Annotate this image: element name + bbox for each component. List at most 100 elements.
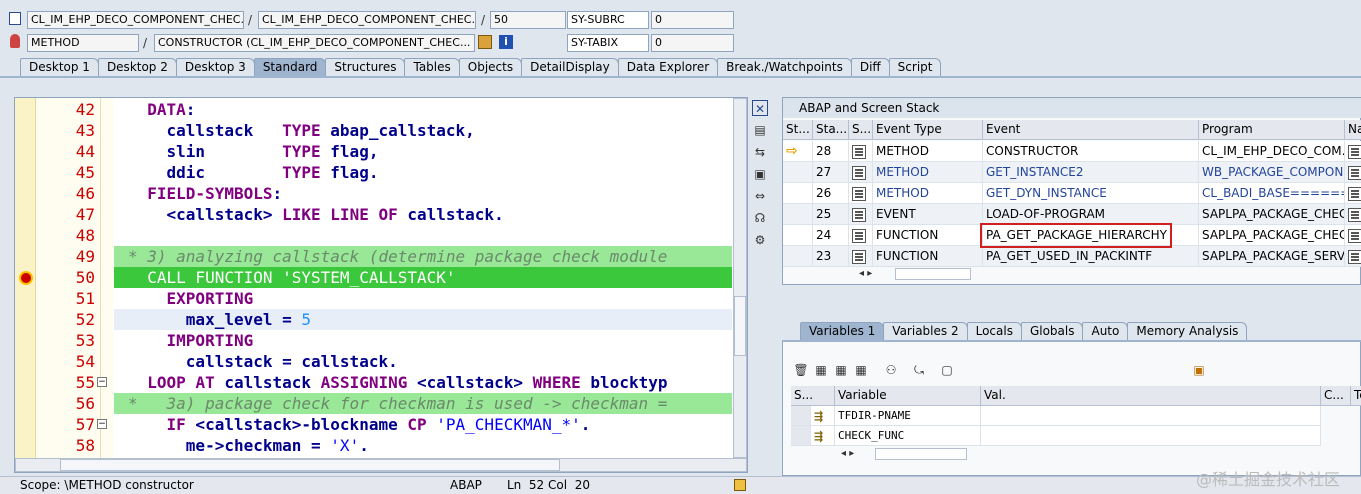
code-line[interactable]: 44 slin TYPE flag, — [15, 141, 745, 162]
source-editor[interactable]: 42 DATA: 43 callstack TYPE abap_callstack… — [14, 97, 748, 473]
tab-desktop-2[interactable]: Desktop 2 — [97, 58, 177, 76]
code-line[interactable]: 49 * 3) analyzing callstack (determine pa… — [15, 246, 745, 267]
maximize-icon[interactable]: ▣ — [752, 166, 768, 182]
source-code-icon[interactable] — [1348, 186, 1361, 201]
var-col-header[interactable]: Val. — [981, 386, 1321, 406]
var-value-field-1[interactable]: 0 — [651, 11, 734, 29]
source-code-icon[interactable] — [852, 165, 866, 180]
source-code-icon[interactable] — [852, 207, 866, 222]
breakpoint-marker-icon[interactable] — [19, 271, 33, 285]
tab-structures[interactable]: Structures — [325, 58, 406, 76]
var-name-field-1[interactable]: SY-SUBRC — [567, 11, 649, 29]
block-name-field[interactable]: CONSTRUCTOR (CL_IM_EHP_DECO_COMPONENT_CH… — [154, 34, 475, 52]
event-name[interactable]: LOAD-OF-PROGRAM — [983, 204, 1199, 225]
var-col-header[interactable]: C... — [1321, 386, 1351, 406]
code-line[interactable]: 48 — [15, 225, 745, 246]
stack-col-header[interactable]: St... — [783, 120, 813, 140]
tab-data-explorer[interactable]: Data Explorer — [617, 58, 719, 76]
row-selector[interactable] — [791, 426, 811, 446]
stack-col-header[interactable]: Event — [983, 120, 1199, 140]
info-icon[interactable]: i — [499, 35, 513, 49]
block-type-field[interactable]: METHOD — [27, 34, 139, 52]
delete-icon[interactable]: 🗑 — [793, 362, 809, 378]
var-tab-locals[interactable]: Locals — [966, 322, 1022, 340]
include-field[interactable]: CL_IM_EHP_DECO_COMPONENT_CHEC... — [258, 11, 476, 29]
code-line[interactable]: 58 me->checkman = 'X'. — [15, 435, 745, 456]
source-code-icon[interactable] — [852, 144, 866, 159]
stack-col-header[interactable]: Program — [1199, 120, 1345, 140]
swap-tool-icon[interactable]: ⇆ — [752, 144, 768, 160]
settings-icon[interactable]: ⚙ — [752, 232, 768, 248]
stack-scroll-thumb[interactable] — [895, 268, 971, 280]
event-name[interactable]: PA_GET_USED_IN_PACKINTF — [983, 246, 1199, 267]
stack-col-header[interactable]: Sta... — [813, 120, 849, 140]
vertical-scrollbar[interactable] — [733, 98, 747, 458]
variable-value[interactable] — [981, 406, 1321, 426]
folder-icon[interactable]: ▢ — [939, 362, 955, 378]
code-line[interactable]: 53 IMPORTING — [15, 330, 745, 351]
program-name[interactable]: SAPLPA_PACKAGE_CHEC... — [1199, 225, 1345, 246]
save-icon[interactable]: ▣ — [1191, 362, 1207, 378]
program-name[interactable]: CL_BADI_BASE=======... — [1199, 183, 1345, 204]
fold-toggle-icon[interactable]: − — [97, 377, 107, 387]
tab-objects[interactable]: Objects — [458, 58, 523, 76]
program-name[interactable]: SAPLPA_PACKAGE_CHEC... — [1199, 204, 1345, 225]
group-icon[interactable]: ⚇ — [883, 362, 899, 378]
code-line[interactable]: 52 max_level = 5 — [15, 309, 745, 330]
program-name[interactable]: WB_PACKAGE_COMPON... — [1199, 162, 1345, 183]
code-line[interactable]: 45 ddic TYPE flag. — [15, 162, 745, 183]
code-line[interactable]: 54 callstack = callstack. — [15, 351, 745, 372]
var-value-field-2[interactable]: 0 — [651, 34, 734, 52]
var-col-header[interactable]: Variable — [835, 386, 981, 406]
tab-desktop-1[interactable]: Desktop 1 — [20, 58, 99, 76]
var-tab-memory-analysis[interactable]: Memory Analysis — [1127, 322, 1248, 340]
code-line[interactable]: 42 DATA: — [15, 99, 745, 120]
var-name-field-2[interactable]: SY-TABIX — [567, 34, 649, 52]
h-scroll-thumb[interactable] — [60, 459, 560, 471]
program-name[interactable]: SAPLPA_PACKAGE_SERV... — [1199, 246, 1345, 267]
variable-value[interactable] — [981, 426, 1321, 446]
save-source-icon[interactable] — [478, 35, 492, 49]
code-line[interactable]: 43 callstack TYPE abap_callstack, — [15, 120, 745, 141]
paste-row-icon[interactable]: ▦ — [853, 362, 869, 378]
variable-name[interactable]: TFDIR-PNAME — [835, 406, 981, 426]
var-tab-variables-1[interactable]: Variables 1 — [800, 322, 885, 340]
close-icon[interactable]: ✕ — [752, 100, 768, 116]
stack-col-header[interactable]: Event Type — [873, 120, 983, 140]
var-scroll-thumb[interactable] — [875, 448, 967, 460]
status-icon[interactable] — [734, 479, 746, 491]
tab-break-watchpoints[interactable]: Break./Watchpoints — [717, 58, 852, 76]
source-code-icon[interactable] — [1348, 165, 1361, 180]
event-name[interactable]: GET_INSTANCE2 — [983, 162, 1199, 183]
var-h-scrollbar[interactable]: ◂ ▸ — [841, 446, 861, 462]
stack-col-header[interactable]: S... — [849, 120, 873, 140]
code-line[interactable]: 50 CALL FUNCTION 'SYSTEM_CALLSTACK' — [15, 267, 745, 288]
tab-tables[interactable]: Tables — [404, 58, 460, 76]
insert-row-icon[interactable]: ▦ — [813, 362, 829, 378]
tab-script[interactable]: Script — [888, 58, 942, 76]
source-code-icon[interactable] — [1348, 207, 1361, 222]
var-tab-variables-2[interactable]: Variables 2 — [883, 322, 968, 340]
program-name[interactable]: CL_IM_EHP_DECO_COM... — [1199, 141, 1345, 162]
tab-diff[interactable]: Diff — [850, 58, 890, 76]
source-code-icon[interactable] — [852, 228, 866, 243]
tab-detaildisplay[interactable]: DetailDisplay — [521, 58, 619, 76]
source-code-icon[interactable] — [852, 249, 866, 264]
code-line[interactable]: 46 FIELD-SYMBOLS: — [15, 183, 745, 204]
services-icon[interactable]: ☊ — [752, 210, 768, 226]
code-line[interactable]: 55 LOOP AT callstack ASSIGNING <callstac… — [15, 372, 745, 393]
copy-row-icon[interactable]: ▦ — [833, 362, 849, 378]
program-field[interactable]: CL_IM_EHP_DECO_COMPONENT_CHEC... — [27, 11, 244, 29]
code-line[interactable]: 56 * 3a) package check for checkman is us… — [15, 393, 745, 414]
new-tool-icon[interactable]: ▤ — [752, 122, 768, 138]
navigate-icon[interactable]: ⤿ — [911, 362, 927, 378]
event-name[interactable]: CONSTRUCTOR — [983, 141, 1199, 162]
row-selector[interactable] — [791, 406, 811, 426]
tab-desktop-3[interactable]: Desktop 3 — [175, 58, 255, 76]
event-name[interactable]: GET_DYN_INSTANCE — [983, 183, 1199, 204]
source-code-icon[interactable] — [852, 186, 866, 201]
stack-col-header[interactable]: Na — [1345, 120, 1361, 140]
var-tab-auto[interactable]: Auto — [1082, 322, 1129, 340]
source-code-icon[interactable] — [1348, 144, 1361, 159]
tab-standard[interactable]: Standard — [253, 58, 327, 76]
